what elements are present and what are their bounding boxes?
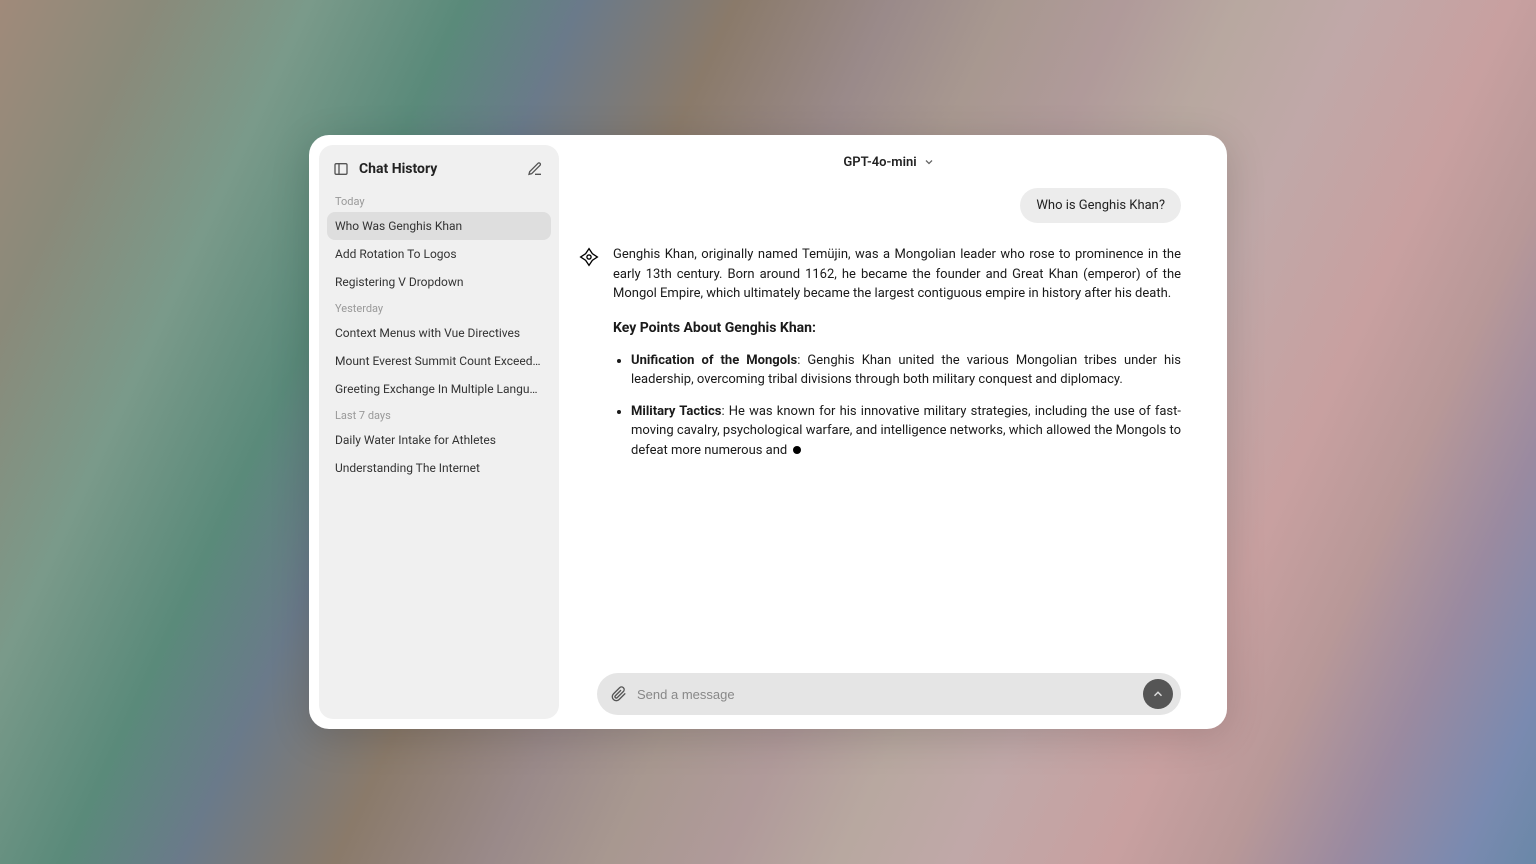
sidebar-header: Chat History — [327, 157, 551, 189]
user-message-row: Who is Genghis Khan? — [579, 188, 1199, 223]
model-selector[interactable]: GPT-4o-mini — [579, 149, 1199, 184]
history-item[interactable]: Mount Everest Summit Count Exceeds 6000 — [327, 347, 551, 375]
history-item[interactable]: Understanding The Internet — [327, 454, 551, 482]
history-item[interactable]: Registering V Dropdown — [327, 268, 551, 296]
streaming-cursor — [793, 446, 801, 454]
app-window: Chat History TodayWho Was Genghis KhanAd… — [309, 135, 1227, 729]
assistant-avatar-icon — [579, 247, 601, 269]
history-item[interactable]: Greeting Exchange In Multiple Languages — [327, 375, 551, 403]
assistant-heading: Key Points About Genghis Khan: — [613, 318, 1181, 339]
new-chat-icon[interactable] — [525, 159, 545, 179]
main-panel: GPT-4o-mini Who is Genghis Khan? Genghis… — [569, 135, 1227, 729]
history-item[interactable]: Who Was Genghis Khan — [327, 212, 551, 240]
sidebar-title: Chat History — [359, 161, 437, 177]
chat-body: Who is Genghis Khan? Genghis Khan, origi… — [579, 184, 1199, 673]
chevron-down-icon — [923, 153, 935, 172]
panel-toggle-icon[interactable] — [331, 159, 351, 179]
assistant-message-row: Genghis Khan, originally named Temüjin, … — [579, 245, 1199, 472]
user-message-bubble: Who is Genghis Khan? — [1020, 188, 1181, 223]
attach-icon[interactable] — [611, 686, 627, 702]
send-button[interactable] — [1143, 679, 1173, 709]
sidebar-title-wrap: Chat History — [331, 159, 437, 179]
section-label: Today — [327, 189, 551, 212]
model-name: GPT-4o-mini — [843, 155, 916, 170]
assistant-point: Military Tactics: He was known for his i… — [631, 402, 1181, 461]
assistant-point: Unification of the Mongols: Genghis Khan… — [631, 351, 1181, 390]
history-item[interactable]: Daily Water Intake for Athletes — [327, 426, 551, 454]
assistant-intro: Genghis Khan, originally named Temüjin, … — [613, 245, 1181, 304]
message-input[interactable] — [637, 687, 1133, 702]
assistant-content: Genghis Khan, originally named Temüjin, … — [613, 245, 1181, 472]
section-label: Yesterday — [327, 296, 551, 319]
composer — [597, 673, 1181, 715]
history-item[interactable]: Context Menus with Vue Directives — [327, 319, 551, 347]
history-item[interactable]: Add Rotation To Logos — [327, 240, 551, 268]
assistant-points-list: Unification of the Mongols: Genghis Khan… — [613, 351, 1181, 461]
section-label: Last 7 days — [327, 403, 551, 426]
sidebar: Chat History TodayWho Was Genghis KhanAd… — [319, 145, 559, 719]
